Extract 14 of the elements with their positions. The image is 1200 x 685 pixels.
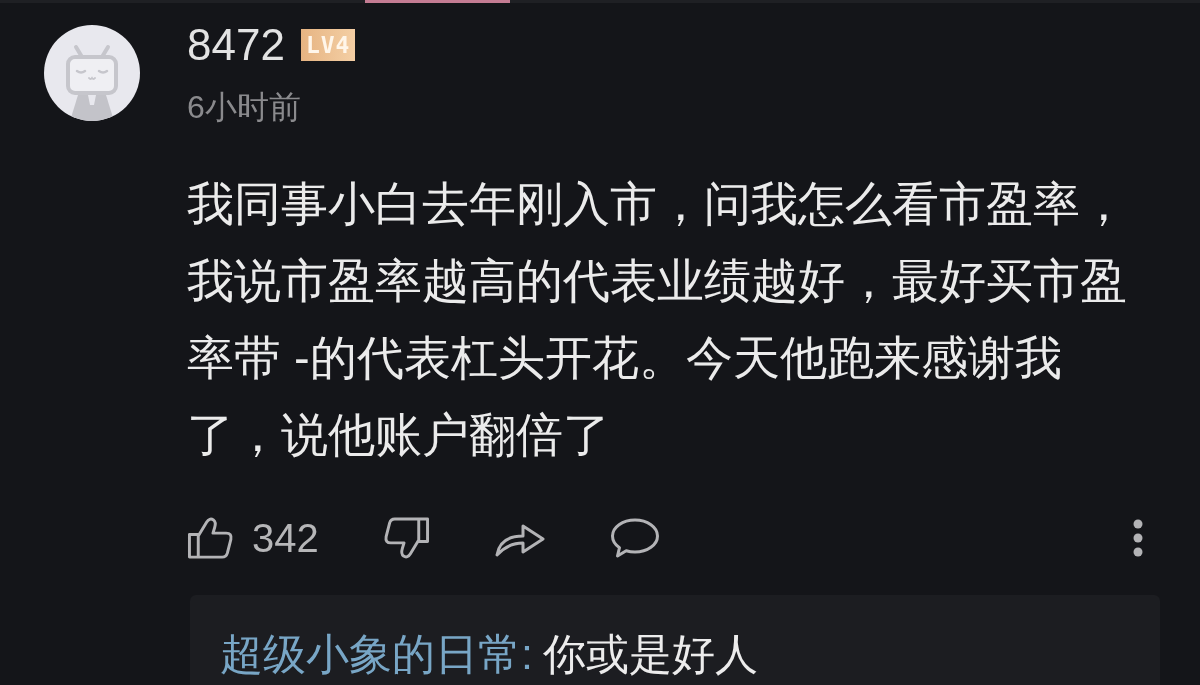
level-badge: LV4 — [300, 29, 356, 61]
like-button[interactable]: 342 — [187, 516, 319, 560]
thumbs-up-icon — [187, 516, 234, 560]
reply-text: 你或是好人 — [542, 630, 758, 678]
username[interactable]: 8472 — [187, 23, 285, 67]
comment-icon[interactable] — [609, 517, 660, 559]
more-options-icon[interactable] — [1131, 519, 1145, 557]
avatar-icon[interactable] — [44, 25, 140, 121]
post-time: 6小时前 — [187, 88, 302, 126]
thumbs-down-icon[interactable] — [382, 516, 430, 560]
reply-preview-panel[interactable]: 超级小象的日常: 你或是好人 — [190, 595, 1160, 685]
comment-text: 我同事小白去年刚入市，问我怎么看市盈率，我说市盈率越高的代表业绩越好，最好买市盈率带 -的代表杠头开花。今天他跑来感谢我了，说他账户翻倍了 — [187, 176, 1128, 463]
like-count: 342 — [252, 516, 319, 560]
reply-author[interactable]: 超级小象的日常: — [220, 630, 533, 678]
